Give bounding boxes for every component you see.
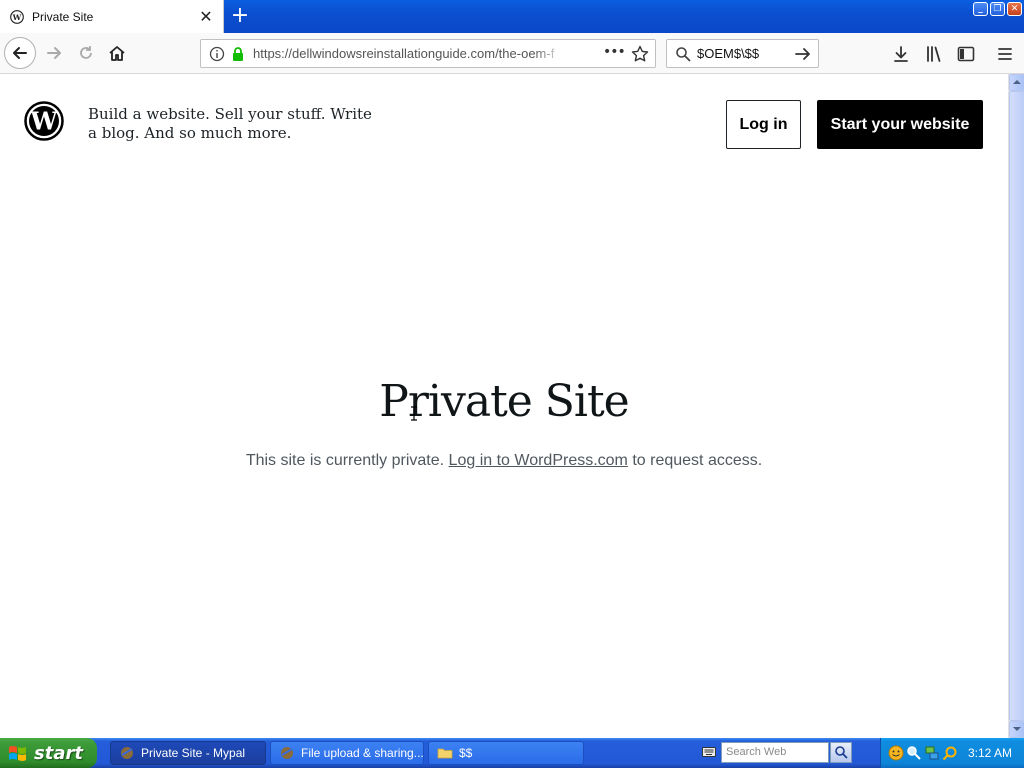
taskbar-item-folder[interactable]: $$: [428, 741, 584, 765]
sidebar-icon[interactable]: [957, 45, 975, 63]
home-icon[interactable]: [101, 37, 133, 69]
search-icon: [676, 46, 691, 61]
page-title: Private Site: [379, 376, 629, 427]
start-label: start: [34, 742, 83, 764]
info-icon[interactable]: [209, 46, 225, 62]
network-tray-icon[interactable]: [924, 745, 940, 761]
star-icon[interactable]: [631, 45, 649, 63]
hamburger-menu-icon[interactable]: [996, 45, 1014, 63]
url-text[interactable]: https://dellwindowsreinstallationguide.c…: [253, 46, 565, 61]
lock-icon[interactable]: [231, 46, 245, 62]
page-viewport: W Build a website. Sell your stuff. Writ…: [0, 74, 1008, 738]
reload-icon[interactable]: [70, 37, 102, 69]
scroll-down-button[interactable]: [1009, 721, 1024, 738]
page-actions-icon[interactable]: •••: [603, 45, 626, 63]
windows-taskbar: start Private Site - Mypal File upload &…: [0, 738, 1024, 768]
plus-icon[interactable]: +: [229, 5, 251, 27]
message-text: This site is currently private.: [245, 452, 445, 469]
close-window-button[interactable]: ✕: [1007, 2, 1022, 16]
tab-private-site[interactable]: W Private Site ✕: [0, 0, 224, 33]
smiley-tray-icon[interactable]: [888, 745, 904, 761]
browser-titlebar: W Private Site ✕ + _ ❐ ✕: [0, 0, 1024, 33]
tab-title: Private Site: [32, 9, 94, 24]
svg-text:W: W: [30, 107, 59, 136]
magnifier-tray-icon[interactable]: [906, 745, 922, 761]
taskbar-item-label: $$: [459, 746, 473, 760]
log-in-button[interactable]: Log in: [726, 100, 801, 149]
scroll-thumb[interactable]: [1009, 91, 1024, 721]
scroll-up-button[interactable]: [1009, 74, 1024, 91]
folder-icon: [437, 748, 453, 759]
taskbar-item-label: File upload & sharing....: [301, 746, 424, 760]
maximize-button[interactable]: ❐: [990, 2, 1005, 16]
navigation-toolbar: https://dellwindowsreinstallationguide.c…: [0, 33, 1024, 74]
library-icon[interactable]: [925, 45, 943, 63]
start-your-website-button[interactable]: Start your website: [817, 100, 983, 149]
wordpress-icon[interactable]: W: [24, 101, 64, 141]
mypal-browser-icon: [281, 747, 293, 759]
taskbar-item-label: Private Site - Mypal: [141, 746, 246, 760]
windows-flag-icon: [9, 746, 26, 761]
vertical-scrollbar[interactable]: [1008, 74, 1024, 738]
go-arrow-icon[interactable]: [794, 45, 812, 63]
text-cursor-icon: [411, 406, 417, 421]
close-icon[interactable]: ✕: [199, 8, 213, 24]
web-search-input[interactable]: Search Web: [721, 742, 829, 763]
private-message: This site is currently private. Log in t…: [0, 452, 1008, 470]
keyboard-icon[interactable]: [702, 746, 716, 758]
site-tagline: Build a website. Sell your stuff. Write …: [88, 105, 372, 142]
minimize-button[interactable]: _: [973, 2, 988, 16]
login-wordpress-link[interactable]: Log in to WordPress.com: [449, 452, 628, 469]
forward-arrow-icon[interactable]: [38, 37, 70, 69]
taskbar-item-mypal[interactable]: Private Site - Mypal: [110, 741, 266, 765]
clock: 3:12 AM: [968, 746, 1013, 760]
search-input[interactable]: $OEM$\$$: [697, 46, 794, 61]
taskbar-item-file-upload[interactable]: File upload & sharing....: [270, 741, 424, 765]
search-tray-icon[interactable]: [942, 745, 958, 761]
search-bar[interactable]: $OEM$\$$: [666, 39, 819, 68]
start-button[interactable]: start: [0, 738, 97, 768]
download-icon[interactable]: [892, 45, 910, 63]
mypal-browser-icon: [121, 747, 133, 759]
search-icon[interactable]: [830, 742, 852, 763]
message-text-end: to request access.: [632, 452, 763, 469]
wordpress-icon: W: [10, 9, 24, 24]
back-arrow-icon[interactable]: [4, 37, 36, 69]
url-bar[interactable]: https://dellwindowsreinstallationguide.c…: [200, 39, 656, 68]
svg-text:W: W: [12, 12, 22, 21]
